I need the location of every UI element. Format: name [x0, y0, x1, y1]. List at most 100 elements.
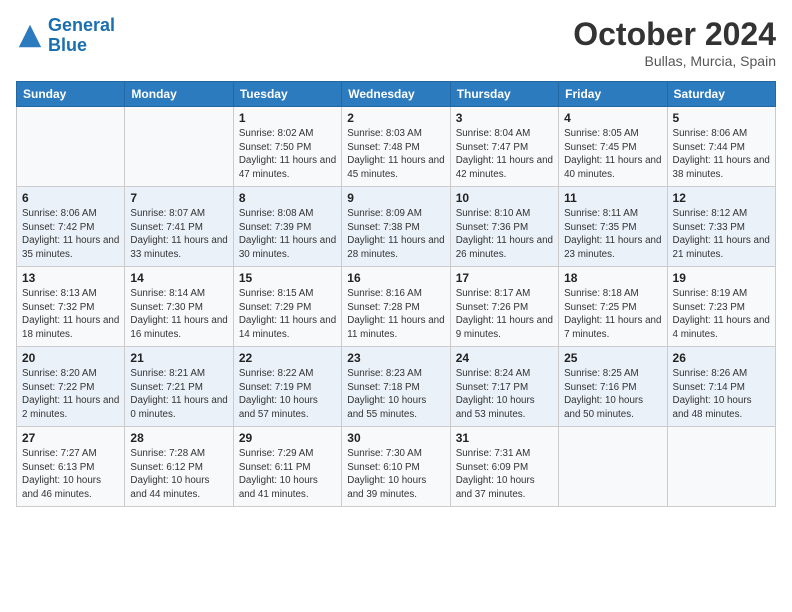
day-info: Sunrise: 8:25 AM Sunset: 7:16 PM Dayligh…	[564, 367, 661, 422]
day-info: Sunrise: 7:28 AM Sunset: 6:12 PM Dayligh…	[130, 447, 227, 502]
day-info: Sunrise: 8:08 AM Sunset: 7:39 PM Dayligh…	[239, 207, 336, 262]
title-block: October 2024 Bullas, Murcia, Spain	[573, 16, 776, 69]
calendar-week-row: 20 Sunrise: 8:20 AM Sunset: 7:22 PM Dayli…	[17, 347, 776, 427]
day-number: 31	[456, 431, 553, 445]
column-header-sunday: Sunday	[17, 82, 125, 107]
location: Bullas, Murcia, Spain	[573, 53, 776, 69]
calendar-cell	[559, 427, 667, 507]
day-number: 21	[130, 351, 227, 365]
calendar-cell: 11Sunrise: 8:11 AM Sunset: 7:35 PM Dayli…	[559, 187, 667, 267]
calendar-table: SundayMondayTuesdayWednesdayThursdayFrid…	[16, 81, 776, 507]
logo: GeneralBlue	[16, 16, 115, 56]
calendar-cell: 21 Sunrise: 8:21 AM Sunset: 7:21 PM Dayli…	[125, 347, 233, 427]
calendar-cell: 15 Sunrise: 8:15 AM Sunset: 7:29 PM Dayli…	[233, 267, 341, 347]
day-info: Sunrise: 8:05 AM Sunset: 7:45 PM Dayligh…	[564, 127, 661, 182]
day-info: Sunrise: 7:27 AM Sunset: 6:13 PM Dayligh…	[22, 447, 119, 502]
day-number: 22	[239, 351, 336, 365]
column-header-thursday: Thursday	[450, 82, 558, 107]
day-number: 9	[347, 191, 444, 205]
calendar-cell: 6 Sunrise: 8:06 AM Sunset: 7:42 PM Daylig…	[17, 187, 125, 267]
calendar-cell: 26 Sunrise: 8:26 AM Sunset: 7:14 PM Dayli…	[667, 347, 775, 427]
day-number: 28	[130, 431, 227, 445]
day-info: Sunrise: 8:18 AM Sunset: 7:25 PM Dayligh…	[564, 287, 661, 342]
day-number: 3	[456, 111, 553, 125]
calendar-cell: 16 Sunrise: 8:16 AM Sunset: 7:28 PM Dayli…	[342, 267, 450, 347]
day-number: 8	[239, 191, 336, 205]
day-number: 18	[564, 271, 661, 285]
calendar-cell: 22 Sunrise: 8:22 AM Sunset: 7:19 PM Dayli…	[233, 347, 341, 427]
calendar-cell: 2Sunrise: 8:03 AM Sunset: 7:48 PM Daylig…	[342, 107, 450, 187]
day-number: 20	[22, 351, 119, 365]
day-number: 24	[456, 351, 553, 365]
day-info: Sunrise: 8:14 AM Sunset: 7:30 PM Dayligh…	[130, 287, 227, 342]
day-info: Sunrise: 8:04 AM Sunset: 7:47 PM Dayligh…	[456, 127, 553, 182]
day-number: 1	[239, 111, 336, 125]
day-number: 7	[130, 191, 227, 205]
column-header-tuesday: Tuesday	[233, 82, 341, 107]
calendar-week-row: 6 Sunrise: 8:06 AM Sunset: 7:42 PM Daylig…	[17, 187, 776, 267]
calendar-cell: 8 Sunrise: 8:08 AM Sunset: 7:39 PM Daylig…	[233, 187, 341, 267]
day-number: 29	[239, 431, 336, 445]
calendar-week-row: 13Sunrise: 8:13 AM Sunset: 7:32 PM Dayli…	[17, 267, 776, 347]
calendar-cell: 24Sunrise: 8:24 AM Sunset: 7:17 PM Dayli…	[450, 347, 558, 427]
day-info: Sunrise: 8:26 AM Sunset: 7:14 PM Dayligh…	[673, 367, 770, 422]
day-info: Sunrise: 8:03 AM Sunset: 7:48 PM Dayligh…	[347, 127, 444, 182]
calendar-cell: 28 Sunrise: 7:28 AM Sunset: 6:12 PM Dayli…	[125, 427, 233, 507]
day-info: Sunrise: 7:29 AM Sunset: 6:11 PM Dayligh…	[239, 447, 336, 502]
day-info: Sunrise: 8:06 AM Sunset: 7:44 PM Dayligh…	[673, 127, 770, 182]
day-number: 25	[564, 351, 661, 365]
day-info: Sunrise: 8:15 AM Sunset: 7:29 PM Dayligh…	[239, 287, 336, 342]
day-number: 30	[347, 431, 444, 445]
day-number: 17	[456, 271, 553, 285]
day-info: Sunrise: 8:07 AM Sunset: 7:41 PM Dayligh…	[130, 207, 227, 262]
column-header-monday: Monday	[125, 82, 233, 107]
day-info: Sunrise: 8:20 AM Sunset: 7:22 PM Dayligh…	[22, 367, 119, 422]
calendar-header-row: SundayMondayTuesdayWednesdayThursdayFrid…	[17, 82, 776, 107]
calendar-cell: 19 Sunrise: 8:19 AM Sunset: 7:23 PM Dayli…	[667, 267, 775, 347]
column-header-saturday: Saturday	[667, 82, 775, 107]
calendar-cell: 17 Sunrise: 8:17 AM Sunset: 7:26 PM Dayli…	[450, 267, 558, 347]
calendar-cell	[125, 107, 233, 187]
calendar-cell: 20 Sunrise: 8:20 AM Sunset: 7:22 PM Dayli…	[17, 347, 125, 427]
day-info: Sunrise: 8:16 AM Sunset: 7:28 PM Dayligh…	[347, 287, 444, 342]
day-number: 6	[22, 191, 119, 205]
logo-text: GeneralBlue	[48, 16, 115, 56]
calendar-cell: 13Sunrise: 8:13 AM Sunset: 7:32 PM Dayli…	[17, 267, 125, 347]
day-number: 19	[673, 271, 770, 285]
day-number: 5	[673, 111, 770, 125]
day-info: Sunrise: 8:23 AM Sunset: 7:18 PM Dayligh…	[347, 367, 444, 422]
calendar-cell: 3 Sunrise: 8:04 AM Sunset: 7:47 PM Daylig…	[450, 107, 558, 187]
calendar-week-row: 27 Sunrise: 7:27 AM Sunset: 6:13 PM Dayli…	[17, 427, 776, 507]
calendar-cell: 1 Sunrise: 8:02 AM Sunset: 7:50 PM Daylig…	[233, 107, 341, 187]
day-info: Sunrise: 8:02 AM Sunset: 7:50 PM Dayligh…	[239, 127, 336, 182]
calendar-week-row: 1 Sunrise: 8:02 AM Sunset: 7:50 PM Daylig…	[17, 107, 776, 187]
day-info: Sunrise: 8:10 AM Sunset: 7:36 PM Dayligh…	[456, 207, 553, 262]
day-info: Sunrise: 8:21 AM Sunset: 7:21 PM Dayligh…	[130, 367, 227, 422]
calendar-cell	[667, 427, 775, 507]
day-info: Sunrise: 7:31 AM Sunset: 6:09 PM Dayligh…	[456, 447, 553, 502]
day-info: Sunrise: 8:12 AM Sunset: 7:33 PM Dayligh…	[673, 207, 770, 262]
day-number: 11	[564, 191, 661, 205]
calendar-cell: 12Sunrise: 8:12 AM Sunset: 7:33 PM Dayli…	[667, 187, 775, 267]
day-info: Sunrise: 8:22 AM Sunset: 7:19 PM Dayligh…	[239, 367, 336, 422]
calendar-cell	[17, 107, 125, 187]
day-info: Sunrise: 7:30 AM Sunset: 6:10 PM Dayligh…	[347, 447, 444, 502]
day-info: Sunrise: 8:13 AM Sunset: 7:32 PM Dayligh…	[22, 287, 119, 342]
column-header-wednesday: Wednesday	[342, 82, 450, 107]
day-number: 15	[239, 271, 336, 285]
day-number: 26	[673, 351, 770, 365]
day-info: Sunrise: 8:06 AM Sunset: 7:42 PM Dayligh…	[22, 207, 119, 262]
day-info: Sunrise: 8:17 AM Sunset: 7:26 PM Dayligh…	[456, 287, 553, 342]
day-info: Sunrise: 8:19 AM Sunset: 7:23 PM Dayligh…	[673, 287, 770, 342]
page-header: GeneralBlue October 2024 Bullas, Murcia,…	[16, 16, 776, 69]
day-number: 4	[564, 111, 661, 125]
day-number: 27	[22, 431, 119, 445]
calendar-cell: 31 Sunrise: 7:31 AM Sunset: 6:09 PM Dayli…	[450, 427, 558, 507]
calendar-cell: 23Sunrise: 8:23 AM Sunset: 7:18 PM Dayli…	[342, 347, 450, 427]
day-info: Sunrise: 8:09 AM Sunset: 7:38 PM Dayligh…	[347, 207, 444, 262]
calendar-cell: 27 Sunrise: 7:27 AM Sunset: 6:13 PM Dayli…	[17, 427, 125, 507]
column-header-friday: Friday	[559, 82, 667, 107]
calendar-cell: 4 Sunrise: 8:05 AM Sunset: 7:45 PM Daylig…	[559, 107, 667, 187]
day-number: 16	[347, 271, 444, 285]
day-number: 10	[456, 191, 553, 205]
